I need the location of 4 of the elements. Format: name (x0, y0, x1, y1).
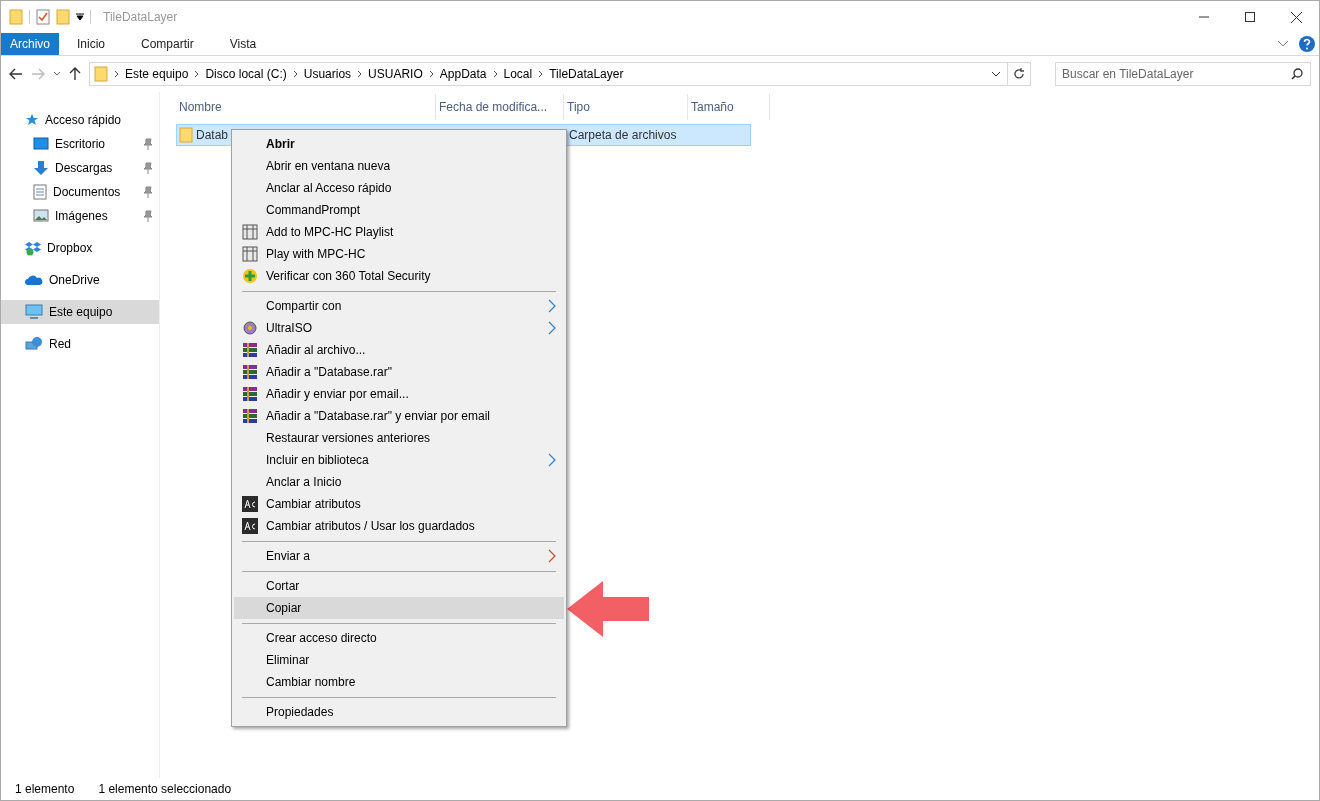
window-title: TileDataLayer (103, 10, 178, 24)
table-cell-text: Carpeta de archivos (568, 128, 678, 142)
status-text: 1 elemento (15, 782, 75, 796)
status-text: 1 elemento seleccionado (98, 782, 232, 796)
